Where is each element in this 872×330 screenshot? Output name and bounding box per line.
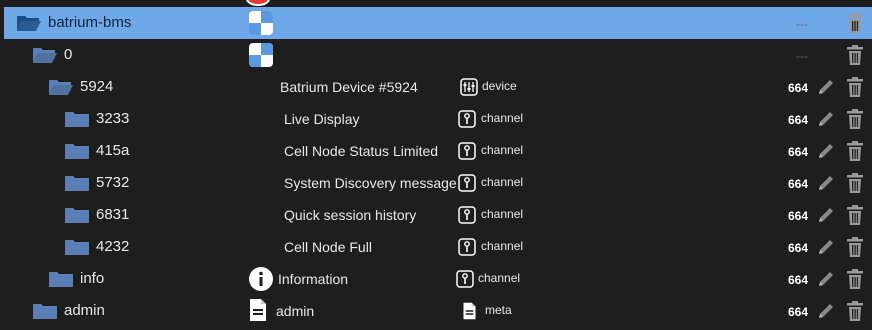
object-type: device — [482, 79, 517, 93]
edit-pencil-icon[interactable] — [816, 269, 836, 289]
acl-value: --- — [796, 17, 808, 31]
delete-trash-icon[interactable] — [846, 12, 864, 34]
device-icon — [460, 78, 478, 96]
object-description: Batrium Device #5924 — [280, 79, 418, 95]
object-description: Live Display — [284, 111, 360, 127]
delete-trash-icon[interactable] — [846, 236, 864, 258]
delete-trash-icon[interactable] — [846, 140, 864, 162]
top-bar-remnant — [0, 0, 872, 7]
delete-trash-icon[interactable] — [846, 108, 864, 130]
tree-item-name[interactable]: 6831 — [96, 206, 129, 223]
tree-row[interactable]: 6831 Quick session history channel 664 — [4, 199, 872, 231]
delete-trash-icon[interactable] — [846, 204, 864, 226]
folder-icon[interactable] — [64, 109, 90, 129]
object-type: meta — [485, 303, 512, 317]
object-type: channel — [481, 143, 524, 157]
tree-item-name[interactable]: info — [80, 270, 104, 287]
delete-trash-icon[interactable] — [846, 300, 864, 322]
object-type: channel — [481, 175, 524, 189]
edit-pencil-icon[interactable] — [816, 237, 836, 257]
folder-icon[interactable] — [32, 301, 58, 321]
object-type: channel — [481, 239, 524, 253]
tree-row[interactable]: 5924 Batrium Device #5924 device 664 — [4, 71, 872, 103]
channel-icon — [458, 174, 476, 192]
channel-icon — [458, 206, 476, 224]
channel-icon — [456, 270, 474, 288]
tree-row[interactable]: batrium-bms --- — [4, 7, 872, 39]
tree-item-name[interactable]: 0 — [64, 46, 72, 63]
edit-pencil-icon[interactable] — [816, 173, 836, 193]
tree-row[interactable]: info Information channel 664 — [4, 263, 872, 295]
tree-row[interactable]: 4232 Cell Node Full channel 664 — [4, 231, 872, 263]
acl-value: 664 — [787, 273, 808, 287]
object-description: Cell Node Status Limited — [284, 143, 439, 159]
tree-item-name[interactable]: 415a — [96, 142, 129, 159]
tree-row[interactable]: 0 --- — [4, 39, 872, 71]
object-description: Cell Node Full — [284, 239, 372, 255]
acl-value: 664 — [787, 305, 808, 319]
edit-pencil-icon[interactable] — [816, 77, 836, 97]
acl-value: --- — [796, 49, 808, 63]
acl-value: 664 — [787, 209, 808, 223]
checker-icon — [248, 42, 274, 68]
tree-item-name[interactable]: 3233 — [96, 110, 129, 127]
delete-trash-icon[interactable] — [846, 44, 864, 66]
edit-pencil-icon[interactable] — [816, 205, 836, 225]
tree-item-name[interactable]: 5732 — [96, 174, 129, 191]
tree-item-name[interactable]: admin — [64, 302, 105, 319]
channel-icon — [458, 238, 476, 256]
checker-icon — [248, 10, 274, 36]
alert-badge-icon — [246, 0, 270, 6]
object-description: admin — [276, 303, 315, 319]
tree-item-name[interactable]: 4232 — [96, 238, 129, 255]
tree-row[interactable]: 3233 Live Display channel 664 — [4, 103, 872, 135]
document-icon — [248, 298, 274, 324]
acl-value: 664 — [787, 113, 808, 127]
folder-open-icon[interactable] — [16, 13, 42, 33]
acl-value: 664 — [787, 145, 808, 159]
object-type: channel — [481, 207, 524, 221]
object-type: channel — [481, 111, 524, 125]
edit-pencil-icon[interactable] — [816, 109, 836, 129]
document-icon — [462, 302, 480, 320]
acl-value: 664 — [787, 177, 808, 191]
folder-icon[interactable] — [64, 173, 90, 193]
delete-trash-icon[interactable] — [846, 76, 864, 98]
edit-pencil-icon[interactable] — [816, 301, 836, 321]
folder-icon[interactable] — [64, 141, 90, 161]
folder-icon[interactable] — [48, 269, 74, 289]
object-tree: batrium-bms --- 0 --- 5924 Batrium Device #59… — [0, 7, 872, 327]
object-type: channel — [478, 271, 521, 285]
channel-icon — [458, 110, 476, 128]
tree-item-name[interactable]: batrium-bms — [48, 14, 131, 31]
tree-row[interactable]: admin admin meta 664 — [4, 295, 872, 327]
edit-pencil-icon[interactable] — [816, 141, 836, 161]
tree-row[interactable]: 415a Cell Node Status Limited channel 664 — [4, 135, 872, 167]
acl-value: 664 — [787, 241, 808, 255]
tree-row[interactable]: 5732 System Discovery message channel 664 — [4, 167, 872, 199]
object-description: Quick session history — [284, 207, 417, 223]
folder-icon[interactable] — [64, 237, 90, 257]
folder-open-icon[interactable] — [32, 45, 58, 65]
folder-icon[interactable] — [64, 205, 90, 225]
delete-trash-icon[interactable] — [846, 268, 864, 290]
object-description: System Discovery message — [284, 175, 457, 191]
object-description: Information — [278, 271, 349, 287]
tree-item-name[interactable]: 5924 — [80, 78, 113, 95]
folder-open-icon[interactable] — [48, 77, 74, 97]
acl-value: 664 — [787, 81, 808, 95]
delete-trash-icon[interactable] — [846, 172, 864, 194]
channel-icon — [458, 142, 476, 160]
info-icon — [248, 266, 274, 292]
